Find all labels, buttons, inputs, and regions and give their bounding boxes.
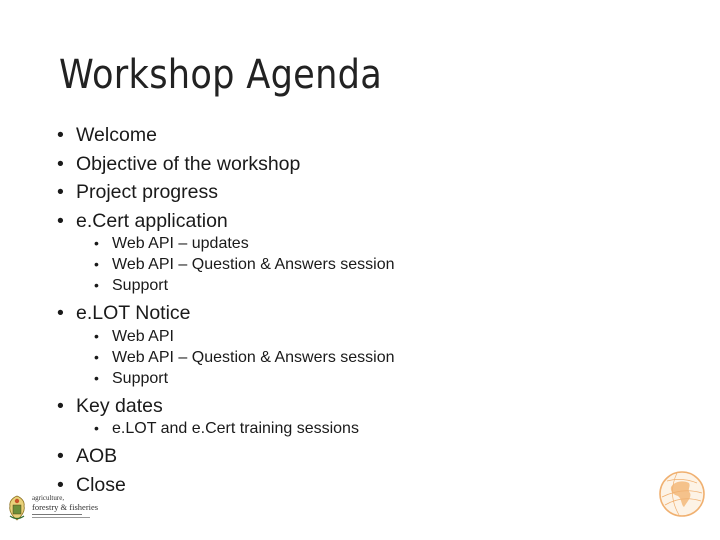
agenda-item-label: Welcome bbox=[76, 124, 157, 146]
sub-item-label: Web API – Question & Answers session bbox=[112, 348, 395, 366]
logo-subtext bbox=[32, 514, 82, 515]
sub-list: • Web API • Web API – Question & Answers s… bbox=[57, 326, 395, 389]
globe-icon bbox=[659, 471, 705, 517]
logo-line-1: agriculture, bbox=[32, 494, 65, 502]
bullet: • bbox=[57, 181, 64, 203]
sub-item: • Web API – Question & Answers session bbox=[85, 347, 395, 368]
agenda-item: • Welcome bbox=[57, 121, 395, 150]
bullet: • bbox=[94, 256, 99, 272]
bullet: • bbox=[94, 348, 99, 365]
sub-item-label: Web API bbox=[112, 327, 174, 345]
logo-line-2: forestry & fisheries bbox=[32, 502, 99, 512]
sub-item-label: Support bbox=[112, 369, 169, 387]
bullet: • bbox=[94, 369, 99, 386]
bullet: • bbox=[94, 327, 99, 344]
department-logo: agriculture, forestry & fisheries bbox=[6, 494, 106, 524]
agenda-item-label: e.Cert application bbox=[76, 209, 228, 232]
sub-item-label: e.LOT and e.Cert training sessions bbox=[112, 420, 359, 437]
bullet: • bbox=[57, 124, 64, 146]
sub-item: • Web API bbox=[85, 326, 395, 347]
agenda-item: • e.LOT Notice bbox=[57, 299, 395, 328]
bullet: • bbox=[57, 302, 64, 324]
sub-item-label: Web API – updates bbox=[112, 235, 249, 252]
bullet: • bbox=[57, 394, 64, 417]
agenda-item: • Objective of the workshop bbox=[57, 150, 395, 179]
bullet: • bbox=[57, 445, 64, 467]
agenda-item: • Close bbox=[57, 471, 395, 500]
sub-item-label: Web API – Question & Answers session bbox=[112, 256, 395, 273]
sub-item: • Web API – updates bbox=[85, 233, 395, 254]
sub-item: • Support bbox=[85, 368, 395, 389]
agenda-item: • e.Cert application bbox=[57, 207, 395, 236]
sub-item: • Support bbox=[85, 275, 395, 296]
bullet: • bbox=[57, 152, 64, 175]
sub-item: • e.LOT and e.Cert training sessions bbox=[85, 418, 395, 439]
agenda-item: • Key dates bbox=[57, 392, 395, 421]
sub-item: • Web API – Question & Answers session bbox=[85, 254, 395, 275]
agenda-item: • Project progress bbox=[57, 178, 395, 207]
agenda-item-label: Close bbox=[76, 473, 126, 496]
agenda-item-label: Key dates bbox=[76, 394, 163, 417]
sub-item-label: Support bbox=[112, 277, 169, 294]
bullet: • bbox=[57, 209, 64, 232]
agenda-item-label: Objective of the workshop bbox=[76, 152, 301, 175]
bullet: • bbox=[94, 235, 99, 251]
agenda-item-label: Project progress bbox=[76, 181, 218, 203]
logo-subtext bbox=[32, 517, 90, 518]
sub-list: • Web API – updates • Web API – Question &… bbox=[57, 233, 395, 296]
slide-title: Workshop Agenda bbox=[59, 52, 383, 98]
coat-of-arms-icon bbox=[9, 495, 25, 521]
bullet: • bbox=[94, 277, 99, 293]
agenda-item-label: AOB bbox=[76, 445, 118, 467]
sub-list: • e.LOT and e.Cert training sessions bbox=[57, 418, 395, 439]
agenda-item-label: e.LOT Notice bbox=[76, 302, 191, 324]
agenda-item: • AOB bbox=[57, 442, 395, 471]
agenda-list: • Welcome • Objective of the workshop • Pro… bbox=[57, 121, 395, 499]
bullet: • bbox=[94, 420, 99, 436]
